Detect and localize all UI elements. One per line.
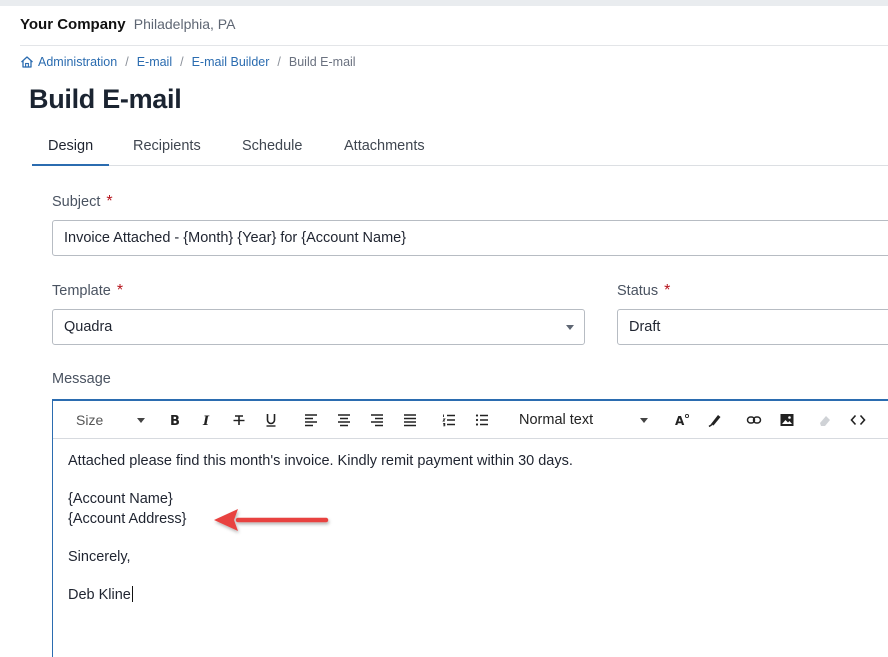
svg-text:B: B: [170, 414, 180, 428]
required-mark: *: [664, 282, 671, 299]
status-label-text: Status: [617, 283, 659, 299]
bullet-list-icon[interactable]: [475, 411, 489, 429]
bold-icon[interactable]: B: [167, 411, 181, 429]
required-mark: *: [106, 193, 113, 210]
breadcrumb-separator: /: [125, 55, 129, 69]
page-title: Build E-mail: [29, 84, 182, 114]
message-line: Deb Kline: [68, 585, 573, 605]
subject-label: Subject *: [52, 193, 113, 211]
tab-design[interactable]: Design: [31, 138, 110, 166]
template-label: Template *: [52, 282, 123, 300]
code-view-icon[interactable]: [850, 411, 866, 429]
align-right-icon[interactable]: [370, 411, 384, 429]
link-icon[interactable]: [746, 411, 762, 429]
strikethrough-icon[interactable]: [232, 411, 246, 429]
template-label-text: Template: [52, 283, 111, 299]
tab-bar: Design Recipients Schedule Attachments: [31, 128, 888, 166]
top-strip: [0, 0, 888, 6]
align-justify-icon[interactable]: [403, 411, 417, 429]
header-divider: [20, 45, 888, 46]
template-value: Quadra: [64, 319, 113, 335]
tab-schedule[interactable]: Schedule: [242, 138, 302, 165]
align-center-icon[interactable]: [337, 411, 351, 429]
subject-value: Invoice Attached - {Month} {Year} for {A…: [64, 230, 407, 246]
message-line: Attached please find this month's invoic…: [68, 453, 573, 469]
text-cursor: [131, 586, 133, 602]
breadcrumb-email[interactable]: E-mail: [137, 55, 172, 69]
svg-text:I: I: [202, 414, 210, 428]
home-icon[interactable]: [20, 55, 34, 69]
subject-input[interactable]: Invoice Attached - {Month} {Year} for {A…: [52, 220, 888, 256]
status-value: Draft: [629, 319, 661, 335]
text-color-icon[interactable]: A: [674, 411, 690, 429]
message-line: Sincerely,: [68, 549, 131, 565]
breadcrumb: Administration / E-mail / E-mail Builder…: [20, 55, 356, 69]
image-icon[interactable]: [779, 411, 795, 429]
clear-format-icon[interactable]: [817, 411, 833, 429]
block-format-label: Normal text: [519, 412, 594, 428]
company-header: Your Company Philadelphia, PA: [20, 16, 235, 33]
chevron-down-icon[interactable]: [640, 411, 648, 429]
status-label: Status *: [617, 282, 670, 300]
chevron-down-icon: [566, 325, 574, 330]
italic-icon[interactable]: I: [199, 411, 213, 429]
breadcrumb-administration[interactable]: Administration: [38, 55, 117, 69]
subject-label-text: Subject: [52, 194, 101, 210]
font-size-label: Size: [76, 412, 104, 428]
ordered-list-icon[interactable]: [442, 411, 456, 429]
tab-attachments[interactable]: Attachments: [344, 138, 425, 165]
message-editor[interactable]: Size B I Normal text A Attached please f…: [52, 399, 888, 657]
annotation-arrow-icon: [214, 509, 329, 531]
align-left-icon[interactable]: [304, 411, 318, 429]
block-format-select[interactable]: Normal text: [519, 411, 593, 429]
company-name: Your Company: [20, 16, 126, 33]
template-select[interactable]: Quadra: [52, 309, 585, 345]
chevron-down-icon[interactable]: [137, 411, 145, 429]
company-location: Philadelphia, PA: [133, 16, 236, 32]
tab-recipients[interactable]: Recipients: [133, 138, 201, 165]
signature-text: Deb Kline: [68, 587, 131, 603]
highlighter-icon[interactable]: [707, 411, 723, 429]
font-size-select[interactable]: Size: [76, 411, 103, 429]
underline-icon[interactable]: [264, 411, 278, 429]
breadcrumb-separator: /: [277, 55, 281, 69]
breadcrumb-separator: /: [180, 55, 184, 69]
message-label: Message: [52, 371, 111, 387]
status-select[interactable]: Draft: [617, 309, 888, 345]
svg-text:A: A: [675, 414, 685, 428]
required-mark: *: [116, 282, 124, 299]
breadcrumb-email-builder[interactable]: E-mail Builder: [192, 55, 270, 69]
editor-toolbar: Size B I Normal text A: [53, 401, 888, 439]
breadcrumb-current: Build E-mail: [288, 55, 356, 69]
